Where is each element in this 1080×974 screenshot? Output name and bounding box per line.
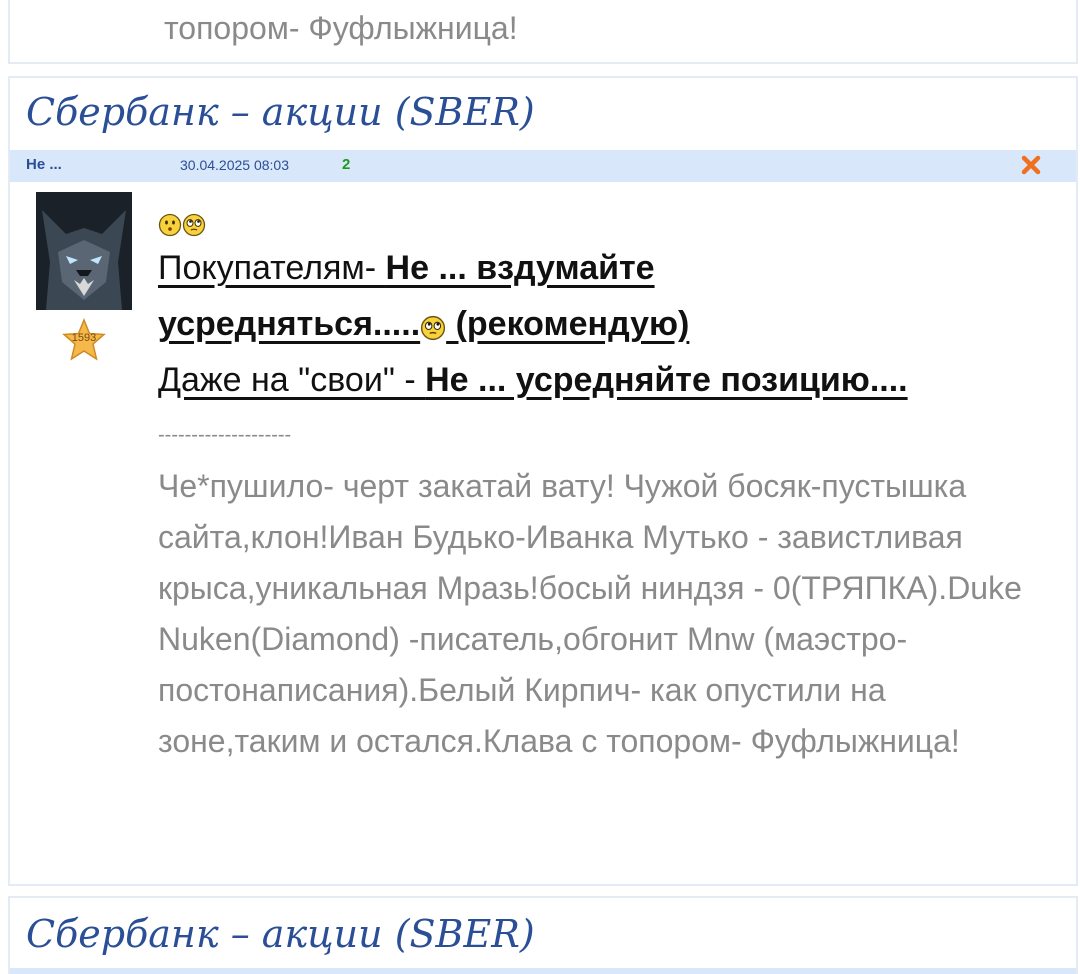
next-forum-post: Сбербанк – акции (SBER) <box>8 896 1078 974</box>
forum-post: Сбербанк – акции (SBER) Не ... 30.04.202… <box>8 76 1078 886</box>
post-author[interactable]: Не ... <box>26 156 62 173</box>
rolleyes-smiley-icon <box>182 213 206 237</box>
post-reply-count[interactable]: 2 <box>342 156 350 173</box>
user-rating-badge: 1593 <box>62 318 106 362</box>
rolleyes-smiley-icon <box>421 315 446 341</box>
post-line-3: Даже на "свои" - Не ... усредняйте позиц… <box>158 361 908 399</box>
next-post-topic-link[interactable]: Сбербанк – акции (SBER) <box>26 912 535 956</box>
next-post-meta-bar <box>10 968 1076 974</box>
post-topic-link[interactable]: Сбербанк – акции (SBER) <box>26 90 535 134</box>
wolf-avatar-icon <box>36 192 132 310</box>
post-line-1: Покупателям- Не ... вздумайте <box>158 249 655 287</box>
shy-smiley-icon <box>158 213 182 237</box>
post-body: Покупателям- Не ... вздумайте усреднятьс… <box>158 210 1058 767</box>
post-meta-bar: Не ... 30.04.2025 08:03 2 <box>10 150 1076 182</box>
forum-page: топором- Фуфлыжница! Сбербанк – акции (S… <box>0 0 1080 974</box>
smiley-row <box>158 210 1058 240</box>
previous-post-signature-tail: топором- Фуфлыжница! <box>164 10 518 46</box>
post-line-2: усредняться..... (рекомендую) <box>158 305 690 343</box>
previous-post-fragment: топором- Фуфлыжница! <box>8 0 1078 64</box>
post-datetime[interactable]: 30.04.2025 08:03 <box>180 157 289 173</box>
signature-divider: -------------------- <box>158 424 292 446</box>
user-rating-value: 1593 <box>71 332 97 344</box>
avatar[interactable] <box>36 192 132 310</box>
user-signature: Че*пушило- черт закатай вату! Чужой бося… <box>158 468 1022 759</box>
close-icon[interactable] <box>1020 154 1042 176</box>
